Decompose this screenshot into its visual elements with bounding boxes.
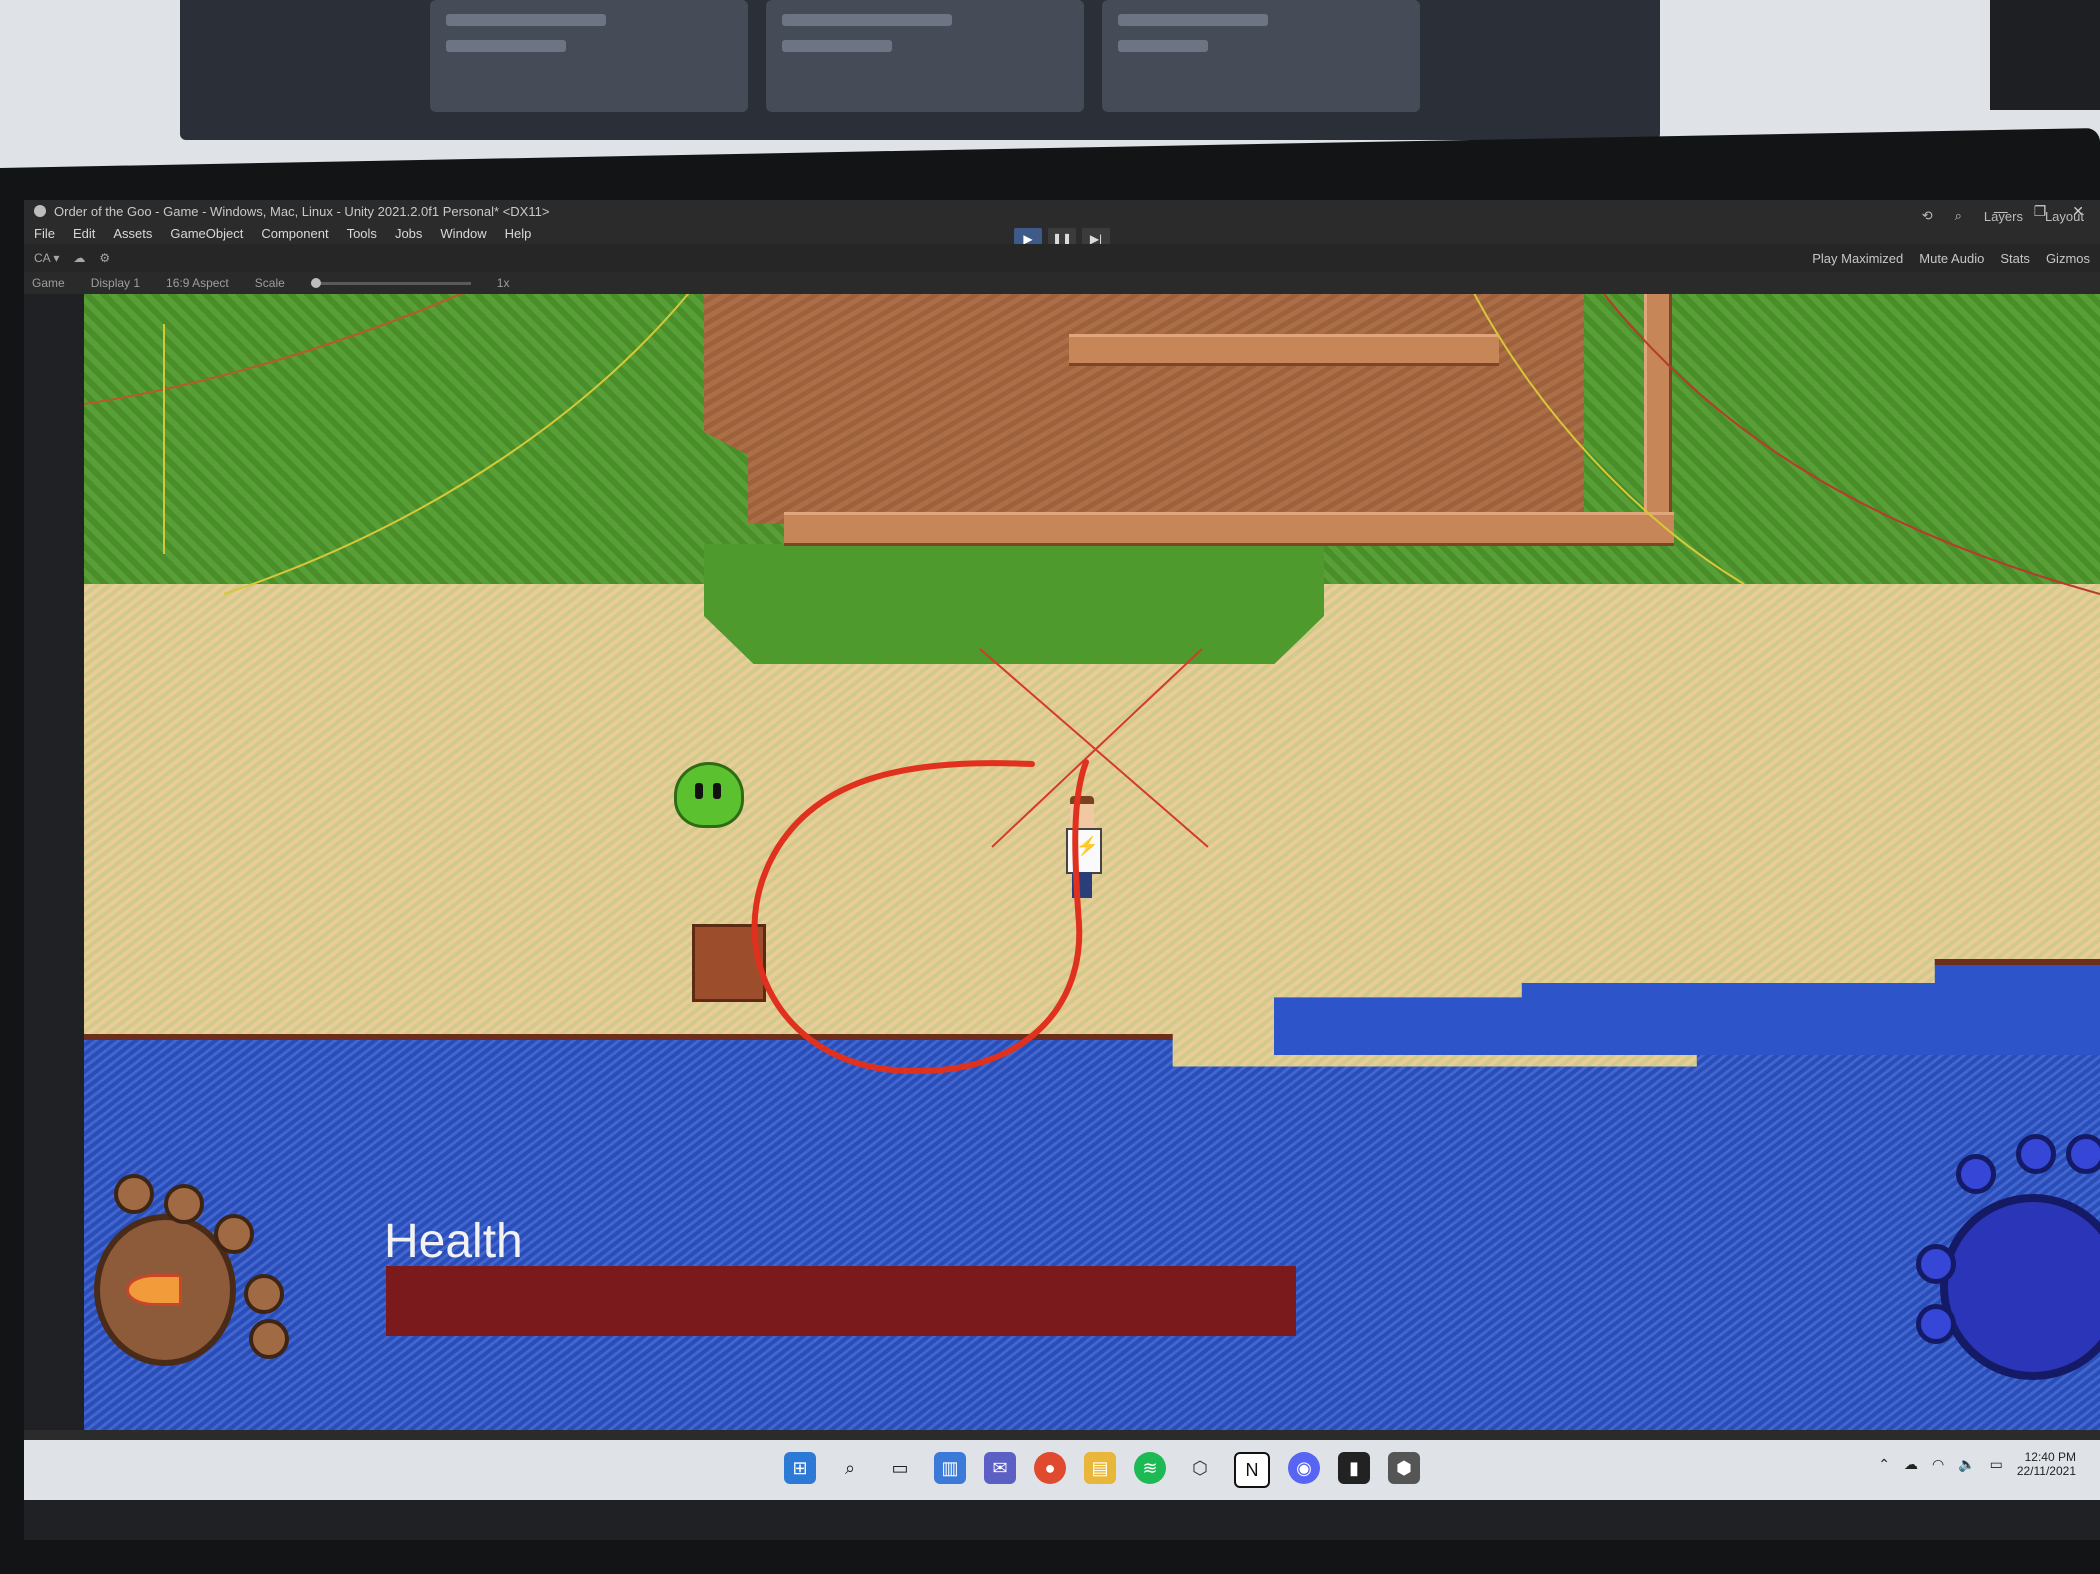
discord-icon[interactable]: ◉ (1288, 1452, 1320, 1484)
search-icon[interactable]: ⌕ (1955, 208, 1962, 224)
virus-node (1916, 1244, 1956, 1284)
app-icon[interactable]: ▮ (1338, 1452, 1370, 1484)
health-label: Health (384, 1215, 523, 1268)
account-dropdown[interactable]: CA ▾ (34, 251, 59, 265)
gizmo-cross-line (979, 648, 1209, 848)
notion-icon[interactable]: N (1234, 1452, 1270, 1488)
unity-logo-icon (34, 205, 46, 217)
game-view[interactable]: ⚡ Health (84, 294, 2100, 1430)
clock[interactable]: 12:40 PM 22/11/2021 (2017, 1450, 2076, 1478)
chevron-up-icon[interactable]: ⌃ (1878, 1456, 1890, 1473)
clock-time: 12:40 PM (2024, 1450, 2076, 1464)
windows-start-icon[interactable]: ⊞ (784, 1452, 816, 1484)
menu-component[interactable]: Component (261, 226, 328, 241)
virus-node (164, 1184, 204, 1224)
settings-icon[interactable]: ⚙ (99, 251, 110, 265)
gizmo-arc (1603, 294, 2100, 595)
unity-icon[interactable]: ⬢ (1388, 1452, 1420, 1484)
background-object (1990, 0, 2100, 110)
background-card (430, 0, 748, 112)
cloud-icon[interactable]: ☁ (1904, 1456, 1918, 1473)
game-view-options: Play Maximized Mute Audio Stats Gizmos (1812, 251, 2100, 266)
chat-icon[interactable]: ✉ (984, 1452, 1016, 1484)
virus-icon-right (1916, 1134, 2100, 1380)
virus-node (1956, 1154, 1996, 1194)
window-titlebar[interactable]: Order of the Goo - Game - Windows, Mac, … (24, 200, 2100, 222)
history-icon[interactable]: ⟲ (1922, 208, 1933, 224)
window-title: Order of the Goo - Game - Windows, Mac, … (54, 203, 550, 219)
background-monitor (180, 0, 1660, 140)
background-card (1102, 0, 1420, 112)
menu-edit[interactable]: Edit (73, 226, 95, 241)
taskbar-apps: ⊞ ⌕ ▭ ▥ ✉ ● ▤ ≋ ⬡ N ◉ ▮ ⬢ (784, 1452, 1420, 1488)
search-icon[interactable]: ⌕ (834, 1452, 866, 1484)
virus-node (1916, 1304, 1956, 1344)
mute-audio-toggle[interactable]: Mute Audio (1919, 251, 1984, 266)
menu-tools[interactable]: Tools (347, 226, 377, 241)
task-view-icon[interactable]: ▭ (884, 1452, 916, 1484)
game-view-select[interactable]: Game (32, 276, 65, 290)
virus-node (114, 1174, 154, 1214)
clock-date: 22/11/2021 (2016, 1464, 2076, 1478)
gizmo-arc (84, 294, 463, 405)
system-tray: ⌃ ☁ ◠ 🔈 ▭ 12:40 PM 22/11/2021 (1878, 1450, 2076, 1478)
scale-label: Scale (254, 276, 285, 290)
layers-dropdown[interactable]: Layers (1984, 209, 2023, 224)
game-view-header: Game Display 1 16:9 Aspect Scale 1x (24, 272, 2100, 294)
widgets-icon[interactable]: ▥ (934, 1452, 966, 1484)
virus-node (214, 1214, 254, 1254)
gizmo-cross-line (991, 648, 1203, 848)
virus-core (1940, 1194, 2100, 1380)
secondary-toolbar: CA ▾ ☁ ⚙ Play Maximized Mute Audio Stats… (24, 244, 2100, 272)
virus-node (249, 1319, 289, 1359)
menu-jobs[interactable]: Jobs (395, 226, 422, 241)
gizmos-toggle[interactable]: Gizmos (2046, 251, 2090, 266)
gizmo-arc (1473, 294, 1745, 585)
menu-window[interactable]: Window (440, 226, 486, 241)
play-maximized-dropdown[interactable]: Play Maximized (1812, 251, 1903, 266)
fire-icon (126, 1274, 182, 1306)
file-explorer-icon[interactable]: ▤ (1084, 1452, 1116, 1484)
spotify-icon[interactable]: ≋ (1134, 1452, 1166, 1484)
cloud-icon[interactable]: ☁ (73, 251, 85, 265)
health-bar (386, 1266, 1296, 1336)
virus-icon-left (94, 1174, 289, 1366)
menu-gameobject[interactable]: GameObject (170, 226, 243, 241)
red-annotation-circle (751, 759, 1089, 1074)
virus-node (244, 1274, 284, 1314)
aspect-dropdown[interactable]: 16:9 Aspect (166, 276, 229, 290)
menu-file[interactable]: File (34, 226, 55, 241)
scale-value: 1x (496, 276, 510, 290)
stats-toggle[interactable]: Stats (2000, 251, 2030, 266)
laptop-screen: Order of the Goo - Game - Windows, Mac, … (24, 200, 2100, 1540)
toolbar-right: ⟲ ⌕ Layers Layout (1922, 208, 2084, 224)
display-dropdown[interactable]: Display 1 (91, 276, 140, 290)
virus-node (2016, 1134, 2056, 1174)
gizmo-arc (223, 294, 690, 595)
unity-hub-icon[interactable]: ⬡ (1184, 1452, 1216, 1484)
menu-assets[interactable]: Assets (113, 226, 152, 241)
volume-icon[interactable]: 🔈 (1958, 1456, 1975, 1473)
menu-help[interactable]: Help (505, 226, 532, 241)
layout-dropdown[interactable]: Layout (2045, 209, 2084, 224)
health-bar-fill (386, 1266, 1296, 1336)
chrome-icon[interactable]: ● (1034, 1452, 1066, 1484)
wifi-icon[interactable]: ◠ (1932, 1456, 1944, 1473)
windows-taskbar: ⊞ ⌕ ▭ ▥ ✉ ● ▤ ≋ ⬡ N ◉ ▮ ⬢ ⌃ ☁ ◠ 🔈 ▭ 12:4… (24, 1440, 2100, 1500)
virus-node (2066, 1134, 2100, 1174)
scale-slider[interactable] (310, 277, 471, 288)
background-card (766, 0, 1084, 112)
battery-icon[interactable]: ▭ (1990, 1456, 2003, 1473)
